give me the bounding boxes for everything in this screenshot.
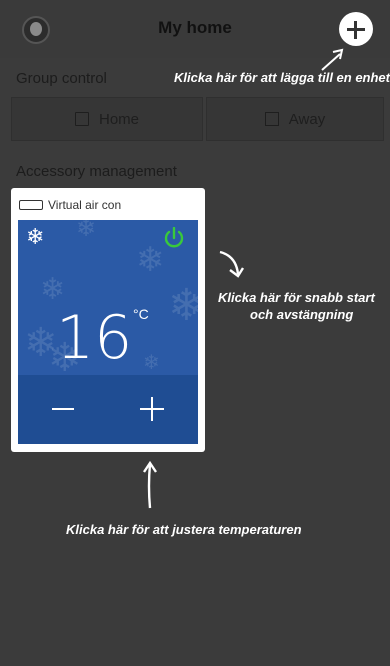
temperature-value: 16 (56, 303, 133, 373)
home-mode-button[interactable]: Home (11, 97, 203, 141)
snowflake-icon[interactable]: ❄ (26, 226, 44, 248)
air-conditioner-icon (19, 200, 43, 210)
temperature-unit: °C (133, 306, 149, 322)
home-icon (74, 112, 89, 126)
snowflake-decoration-icon: ❄ (168, 281, 198, 330)
snowflake-decoration-icon: ❄ (136, 241, 165, 279)
increase-temperature-button[interactable] (140, 397, 164, 421)
page-title: My home (158, 18, 232, 37)
snowflake-decoration-icon: ❄ (40, 273, 66, 306)
hint-power-line2: och avstängning (250, 307, 354, 322)
temperature-controls (18, 375, 198, 444)
add-device-button[interactable] (339, 12, 373, 46)
away-mode-label: Away (288, 110, 326, 128)
arrow-to-power-icon (219, 250, 245, 278)
snowflake-decoration-icon: ❄ (143, 352, 160, 374)
away-mode-button[interactable]: Away (206, 97, 384, 141)
home-mode-label: Home (98, 110, 139, 128)
accessory-management-label: Accessory management (16, 163, 177, 180)
hint-power-line1: Klicka här för snabb start (218, 290, 375, 305)
device-card-header: Virtual air con (19, 198, 121, 212)
group-control-label: Group control (16, 70, 107, 87)
device-control-panel: ❄ ❄ ❄ ❄ ❄ ❄ ❄ ❄ 16 °C (18, 220, 198, 444)
power-icon[interactable] (163, 227, 185, 249)
snowflake-decoration-icon: ❄ (76, 220, 97, 242)
arrow-to-controls-icon (143, 460, 157, 509)
hint-add-device: Klicka här för att lägga till en enhet (174, 70, 390, 85)
hint-temperature: Klicka här för att justera temperaturen (66, 522, 302, 537)
device-card[interactable]: Virtual air con ❄ ❄ ❄ ❄ ❄ ❄ ❄ ❄ 16 °C (11, 188, 205, 452)
home-screen: My home Klicka här för att lägga till en… (0, 0, 390, 666)
decrease-temperature-button[interactable] (52, 408, 74, 410)
briefcase-icon (264, 112, 279, 126)
device-name: Virtual air con (48, 198, 122, 212)
